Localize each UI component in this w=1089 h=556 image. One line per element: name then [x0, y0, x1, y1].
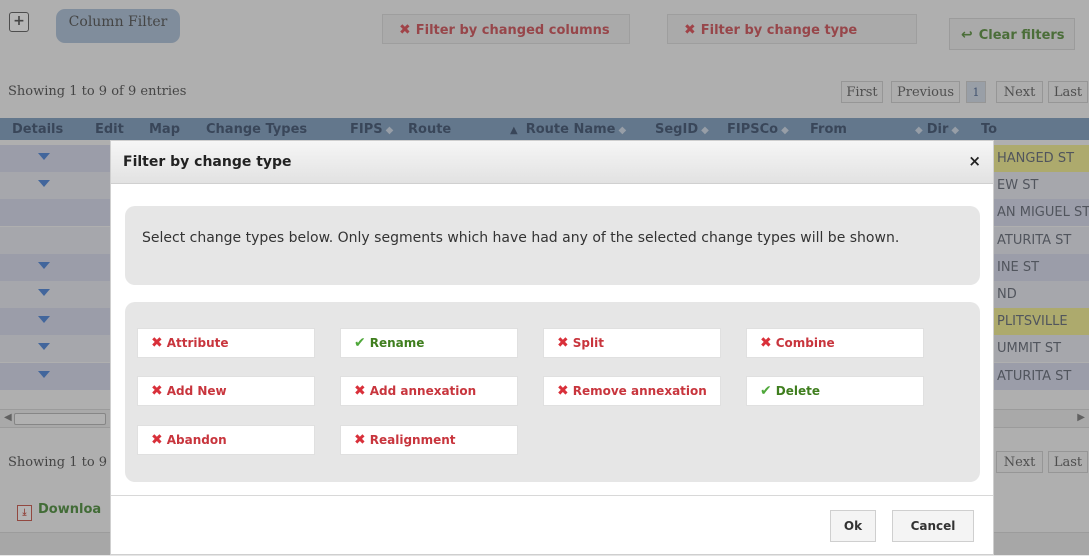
option-rename[interactable]: ✔ Rename	[340, 328, 518, 358]
dialog-title: Filter by change type	[123, 154, 292, 170]
dialog-description: Select change types below. Only segments…	[125, 206, 980, 285]
ok-button[interactable]: Ok	[830, 510, 876, 542]
option-abandon[interactable]: ✖ Abandon	[137, 425, 315, 455]
x-mark-icon: ✖	[557, 335, 569, 351]
check-mark-icon: ✔	[354, 335, 366, 351]
option-remove-annexation[interactable]: ✖ Remove annexation	[543, 376, 721, 406]
cancel-button[interactable]: Cancel	[892, 510, 974, 542]
change-type-options: ✖ Attribute ✔ Rename ✖ Split ✖ Combine ✖ Add New ✖…	[125, 302, 980, 482]
x-mark-icon: ✖	[760, 335, 772, 351]
option-attribute[interactable]: ✖ Attribute	[137, 328, 315, 358]
option-label: Attribute	[166, 336, 229, 350]
option-realignment[interactable]: ✖ Realignment	[340, 425, 518, 455]
close-icon[interactable]: ×	[968, 152, 981, 170]
dialog-footer-divider	[111, 495, 993, 496]
x-mark-icon: ✖	[354, 432, 366, 448]
option-add-annexation[interactable]: ✖ Add annexation	[340, 376, 518, 406]
option-label: Add annexation	[369, 384, 477, 398]
option-combine[interactable]: ✖ Combine	[746, 328, 924, 358]
dialog-header: Filter by change type ×	[111, 141, 993, 184]
x-mark-icon: ✖	[557, 383, 569, 399]
option-add-new[interactable]: ✖ Add New	[137, 376, 315, 406]
option-label: Abandon	[166, 433, 227, 447]
check-mark-icon: ✔	[760, 383, 772, 399]
x-mark-icon: ✖	[354, 383, 366, 399]
option-split[interactable]: ✖ Split	[543, 328, 721, 358]
x-mark-icon: ✖	[151, 383, 163, 399]
option-label: Rename	[369, 336, 425, 350]
option-label: Realignment	[369, 433, 456, 447]
filter-change-type-dialog: Filter by change type × Select change ty…	[110, 140, 994, 555]
option-delete[interactable]: ✔ Delete	[746, 376, 924, 406]
option-label: Add New	[166, 384, 227, 398]
option-label: Remove annexation	[572, 384, 707, 398]
option-label: Delete	[775, 384, 820, 398]
option-label: Combine	[775, 336, 835, 350]
option-label: Split	[572, 336, 604, 350]
x-mark-icon: ✖	[151, 432, 163, 448]
x-mark-icon: ✖	[151, 335, 163, 351]
